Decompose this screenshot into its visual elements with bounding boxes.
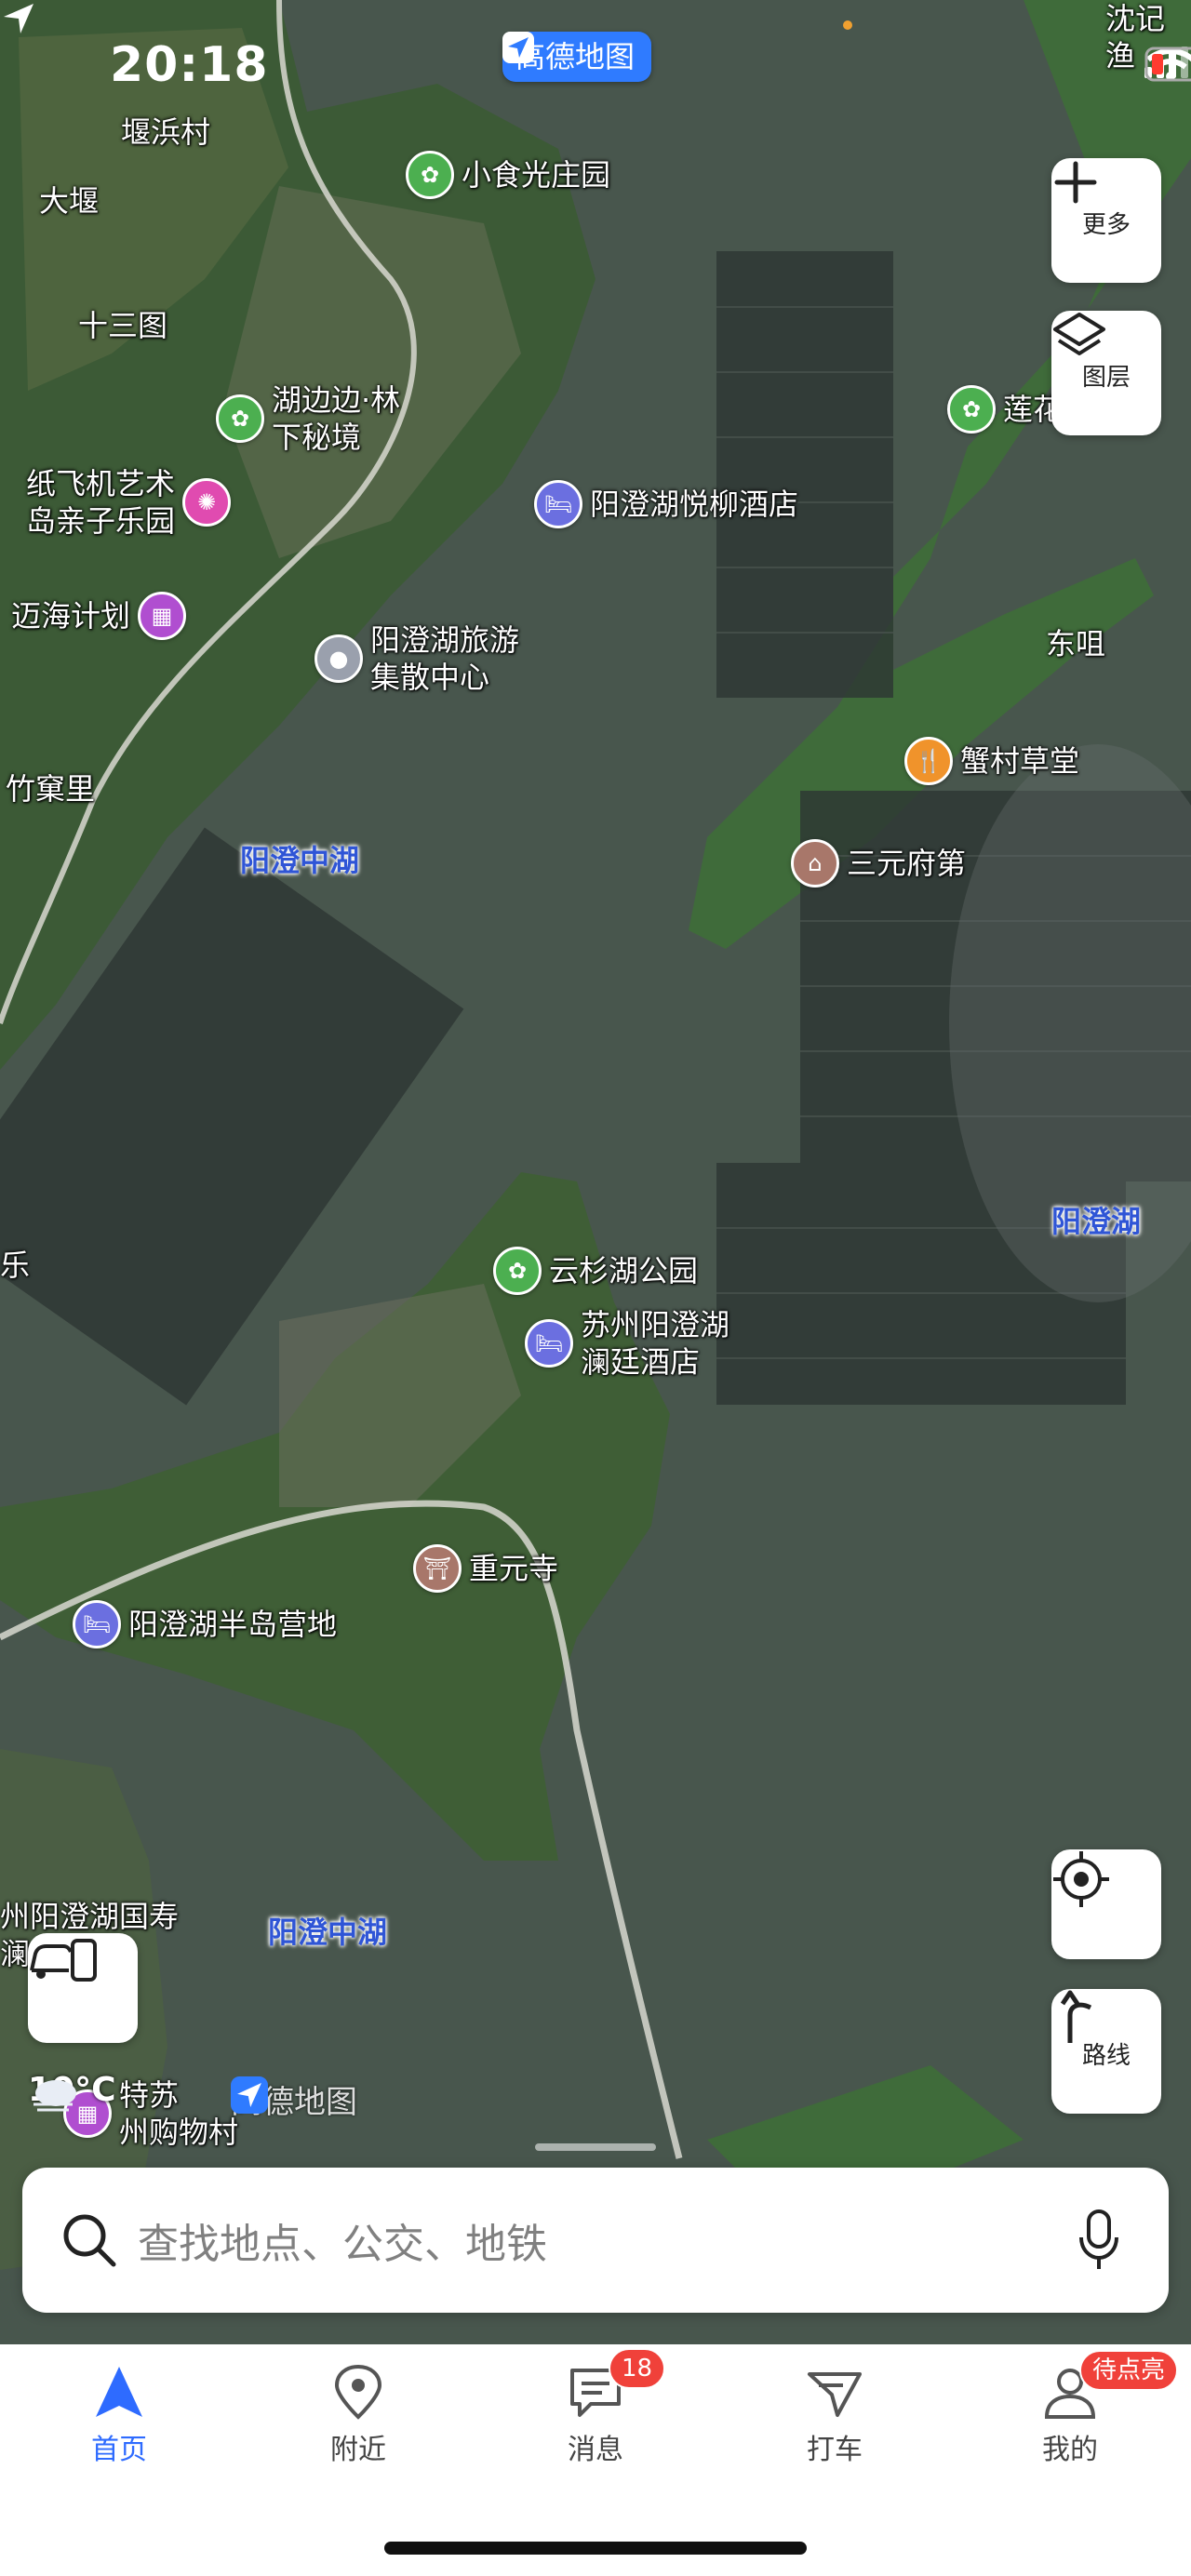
place-label[interactable]: 大堰 bbox=[39, 182, 99, 220]
amusement-icon: ✺ bbox=[182, 478, 232, 527]
poi-label: 苏州阳澄湖 澜廷酒店 bbox=[581, 1307, 730, 1380]
tab-home-label: 首页 bbox=[91, 2434, 147, 2466]
satellite-map[interactable]: 20:18 高德地图 堰浜村 大堰 十三图 东咀 沈记渔 乐 阳澄中湖 阳澄湖 … bbox=[0, 0, 1191, 2344]
shop-icon: ▦ bbox=[138, 592, 187, 640]
car-mode-button[interactable] bbox=[28, 1933, 138, 2043]
weather-widget[interactable]: 10°C bbox=[28, 2071, 116, 2112]
place-label[interactable]: 堰浜村 bbox=[121, 113, 210, 151]
tab-nearby[interactable]: 附近 bbox=[284, 2363, 433, 2467]
transit-icon: ● bbox=[314, 634, 363, 683]
bottom-tab-bar: 首页 附近 消息 18 打车 我的 待点亮 bbox=[0, 2344, 1191, 2576]
tab-nearby-label: 附近 bbox=[330, 2434, 386, 2466]
tab-taxi-label: 打车 bbox=[807, 2434, 863, 2466]
layers-button[interactable]: 图层 bbox=[1051, 311, 1161, 435]
locate-me-button[interactable] bbox=[1051, 1849, 1161, 1959]
plus-icon bbox=[1054, 161, 1097, 204]
park-icon: ✿ bbox=[493, 1247, 542, 1295]
more-button[interactable]: 更多 bbox=[1051, 158, 1161, 283]
poi-label: 特苏 州购物村 bbox=[119, 2077, 239, 2150]
tab-home[interactable]: 首页 bbox=[45, 2363, 194, 2467]
locate-target-icon bbox=[1053, 1851, 1109, 1907]
poi-marker[interactable]: ▦ 迈海计划 bbox=[11, 592, 187, 640]
amap-logo-icon bbox=[231, 2076, 268, 2114]
poi-marker[interactable]: ✿ 云杉湖公园 bbox=[493, 1247, 698, 1295]
place-label[interactable]: 乐 bbox=[0, 1247, 30, 1284]
poi-label: 迈海计划 bbox=[11, 598, 131, 634]
poi-marker[interactable]: ⌂ 三元府第 bbox=[791, 839, 966, 888]
map-imagery bbox=[0, 0, 1191, 2344]
poi-marker[interactable]: 🛏 苏州阳澄湖 澜廷酒店 bbox=[525, 1306, 729, 1381]
poi-label: 阳澄湖半岛营地 bbox=[128, 1607, 338, 1642]
panel-drag-handle[interactable] bbox=[535, 2143, 656, 2151]
poi-marker[interactable]: ✿ 莲花 bbox=[947, 385, 1063, 434]
amap-watermark: 高德地图 bbox=[231, 2076, 357, 2122]
microphone-icon[interactable] bbox=[1076, 2208, 1122, 2273]
poi-label: 阳澄湖悦柳酒店 bbox=[590, 487, 799, 522]
hotel-icon: 🛏 bbox=[525, 1319, 573, 1368]
restaurant-icon: 🍴 bbox=[904, 737, 953, 785]
poi-label: 蟹村草堂 bbox=[960, 743, 1080, 779]
park-icon: ✿ bbox=[216, 394, 264, 443]
car-phone-icon bbox=[30, 1939, 97, 1982]
landmark-icon: ⌂ bbox=[791, 839, 839, 888]
location-arrow-icon bbox=[4, 4, 33, 33]
poi-label: 小食光庄园 bbox=[462, 157, 611, 193]
poi-label: 重元寺 bbox=[469, 1551, 559, 1586]
poi-marker[interactable]: ⛩ 重元寺 bbox=[413, 1544, 558, 1593]
location-pin-icon bbox=[334, 2364, 382, 2420]
poi-marker[interactable]: ● 阳澄湖旅游 集散中心 bbox=[314, 621, 519, 696]
lake-label[interactable]: 阳澄中湖 bbox=[240, 837, 359, 880]
cloudy-weather-icon bbox=[33, 2080, 76, 2112]
lake-label[interactable]: 阳澄湖 bbox=[1051, 1198, 1141, 1241]
poi-marker[interactable]: 🍴 蟹村草堂 bbox=[904, 737, 1079, 785]
place-label[interactable]: 沈记渔 bbox=[1105, 0, 1191, 74]
poi-marker[interactable]: ✿ 湖边边·林 下秘境 bbox=[216, 381, 400, 456]
place-label[interactable]: 十三图 bbox=[78, 307, 167, 344]
poi-label: 云杉湖公园 bbox=[549, 1253, 699, 1288]
taxi-icon bbox=[808, 2372, 862, 2417]
lake-label[interactable]: 阳澄中湖 bbox=[268, 1909, 387, 1952]
tab-profile-label: 我的 bbox=[1042, 2434, 1098, 2466]
poi-marker[interactable]: ✿ 小食光庄园 bbox=[406, 151, 610, 199]
profile-badge: 待点亮 bbox=[1079, 2350, 1179, 2391]
poi-marker[interactable]: 🛏 阳澄湖悦柳酒店 bbox=[534, 480, 798, 528]
home-indicator[interactable] bbox=[384, 2542, 807, 2555]
status-time: 20:18 bbox=[110, 37, 269, 93]
route-turn-icon bbox=[1060, 1990, 1092, 2043]
more-label: 更多 bbox=[1081, 210, 1131, 239]
poi-label: 湖边边·林 下秘境 bbox=[272, 382, 401, 455]
place-label[interactable]: 竹窠里 bbox=[6, 770, 95, 808]
layers-label: 图层 bbox=[1081, 363, 1131, 392]
amap-brand-pill[interactable]: 高德地图 bbox=[502, 32, 652, 82]
amap-logo-icon bbox=[502, 32, 534, 63]
message-count-badge: 18 bbox=[609, 2348, 666, 2389]
park-icon: ✿ bbox=[947, 385, 996, 434]
privacy-indicator-dot bbox=[843, 20, 852, 30]
tab-messages-label: 消息 bbox=[568, 2434, 623, 2466]
place-label[interactable]: 东咀 bbox=[1046, 625, 1105, 662]
poi-label: 三元府第 bbox=[847, 846, 967, 881]
route-button[interactable]: 路线 bbox=[1051, 1989, 1161, 2114]
hotel-icon: 🛏 bbox=[73, 1600, 121, 1648]
poi-label: 纸飞机艺术 岛亲子乐园 bbox=[26, 466, 176, 539]
poi-marker[interactable]: 🛏 阳澄湖半岛营地 bbox=[73, 1600, 337, 1648]
navigation-arrow-icon bbox=[96, 2367, 142, 2417]
temple-icon: ⛩ bbox=[413, 1544, 462, 1593]
tab-taxi[interactable]: 打车 bbox=[760, 2363, 909, 2467]
hotel-icon: 🛏 bbox=[534, 480, 582, 528]
poi-label: 阳澄湖旅游 集散中心 bbox=[370, 622, 520, 695]
search-input[interactable]: 查找地点、公交、地铁 bbox=[138, 2210, 1076, 2270]
search-bar[interactable]: 查找地点、公交、地铁 bbox=[22, 2168, 1169, 2313]
park-icon: ✿ bbox=[406, 151, 454, 199]
search-icon bbox=[63, 2214, 116, 2267]
layers-icon bbox=[1053, 313, 1105, 355]
poi-marker[interactable]: ✺ 纸飞机艺术 岛亲子乐园 bbox=[26, 465, 232, 540]
